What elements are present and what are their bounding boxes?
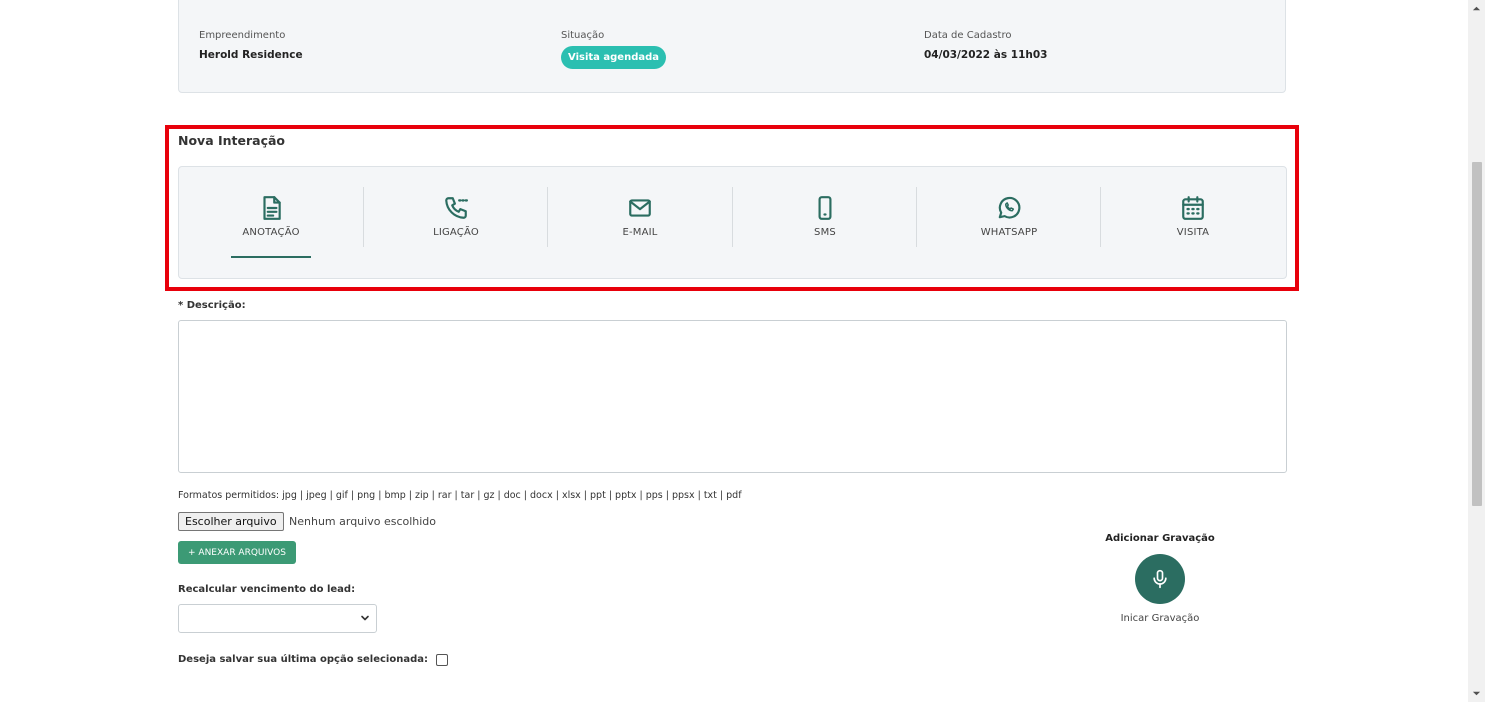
- interaction-type-label: VISITA: [1176, 227, 1210, 238]
- interaction-type-label: WHATSAPP: [980, 227, 1038, 238]
- interaction-type-anotacao[interactable]: ANOTAÇÃO: [179, 187, 363, 258]
- choose-file-button[interactable]: Escolher arquivo: [178, 512, 284, 531]
- recalc-label: Recalcular vencimento do lead:: [178, 584, 356, 595]
- interaction-type-label: SMS: [814, 227, 836, 238]
- phone-icon: [445, 197, 469, 219]
- interaction-type-label: LIGAÇÃO: [433, 227, 479, 238]
- active-tab-indicator: [231, 256, 311, 258]
- save-option-checkbox[interactable]: [436, 654, 448, 666]
- file-status-text: Nenhum arquivo escolhido: [289, 515, 437, 528]
- envelope-icon: [629, 199, 651, 217]
- page-scrollbar[interactable]: [1468, 0, 1485, 702]
- descricao-label: * Descrição:: [178, 300, 246, 311]
- interaction-type-label: ANOTAÇÃO: [242, 227, 300, 238]
- recording-title: Adicionar Gravação: [1105, 533, 1215, 544]
- empreendimento-value: Herold Residence: [199, 49, 303, 61]
- empreendimento-label: Empreendimento: [199, 30, 286, 41]
- scroll-down-arrow-icon[interactable]: [1472, 689, 1481, 698]
- situacao-group: Situação Visita agendada: [561, 30, 667, 69]
- empreendimento-group: Empreendimento Herold Residence: [199, 30, 303, 61]
- microphone-icon: [1153, 569, 1167, 589]
- interaction-type-visita[interactable]: VISITA: [1101, 187, 1285, 247]
- interaction-type-ligacao[interactable]: LIGAÇÃO: [364, 187, 548, 247]
- recalc-select[interactable]: [178, 604, 377, 633]
- attach-files-button[interactable]: + ANEXAR ARQUIVOS: [178, 541, 296, 564]
- interaction-type-label: E-MAIL: [622, 227, 658, 238]
- interaction-type-email[interactable]: E-MAIL: [548, 187, 732, 247]
- start-recording-button[interactable]: [1135, 554, 1185, 604]
- descricao-textarea[interactable]: [178, 320, 1287, 473]
- interaction-type-whatsapp[interactable]: WHATSAPP: [917, 187, 1101, 247]
- document-icon: [263, 196, 281, 220]
- interaction-type-selector: ANOTAÇÃO LIGAÇÃO E-MAIL SMS WHATSAPP VIS…: [178, 166, 1287, 279]
- lead-info-card: Empreendimento Herold Residence Situação…: [178, 0, 1286, 93]
- mobile-icon: [818, 196, 832, 220]
- scrollbar-thumb[interactable]: [1472, 162, 1482, 506]
- whatsapp-icon: [998, 196, 1021, 219]
- recording-caption: Inicar Gravação: [1120, 613, 1200, 624]
- data-cadastro-label: Data de Cadastro: [924, 30, 1012, 41]
- situacao-label: Situação: [561, 30, 605, 41]
- scroll-up-arrow-icon[interactable]: [1472, 4, 1481, 13]
- calendar-icon: [1182, 196, 1204, 220]
- allowed-formats-text: Formatos permitidos: jpg | jpeg | gif | …: [178, 490, 742, 501]
- data-cadastro-group: Data de Cadastro 04/03/2022 às 11h03: [924, 30, 1047, 61]
- data-cadastro-value: 04/03/2022 às 11h03: [924, 49, 1048, 61]
- chevron-down-icon: [361, 615, 369, 621]
- interaction-type-sms[interactable]: SMS: [733, 187, 917, 247]
- status-badge: Visita agendada: [561, 46, 667, 69]
- save-option-label: Deseja salvar sua última opção seleciona…: [178, 654, 428, 665]
